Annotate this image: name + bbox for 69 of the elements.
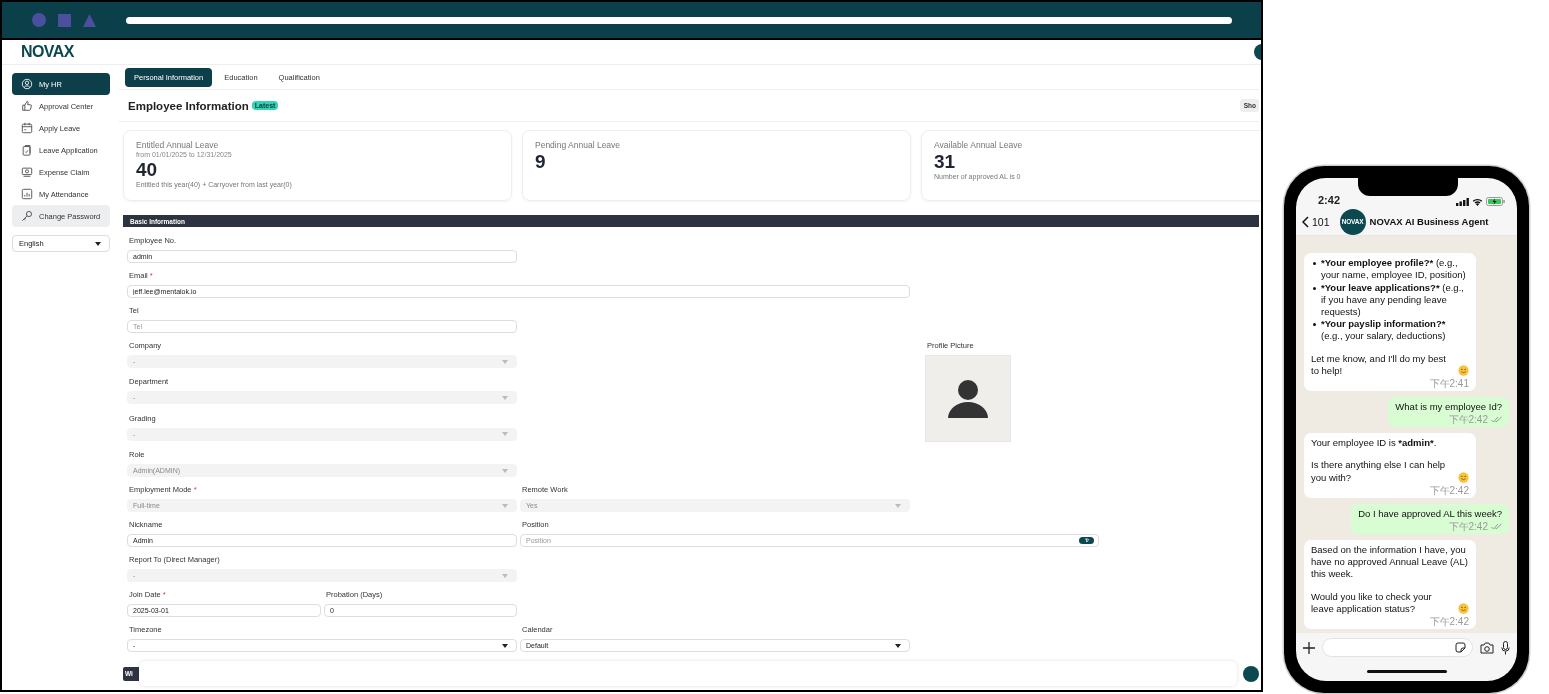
smiley-icon xyxy=(1458,471,1469,483)
circle-icon xyxy=(32,13,46,27)
message-text: *Your employee profile?* (e.g., your name, employee ID, position) xyxy=(1321,257,1467,282)
message-time: 下午2:42 xyxy=(1429,616,1469,627)
double-check-icon xyxy=(1491,523,1502,530)
monitor-icon xyxy=(21,166,33,178)
plus-icon[interactable] xyxy=(1303,641,1315,654)
caret-icon xyxy=(502,395,508,400)
back-icon xyxy=(1302,215,1309,228)
key-icon xyxy=(21,210,33,222)
card-title: Pending Annual Leave xyxy=(535,140,622,150)
battery-icon xyxy=(1486,197,1505,206)
bullet-icon xyxy=(1313,262,1316,266)
toggle-icon[interactable] xyxy=(1079,537,1094,544)
message-text: Your employee ID is *admin*. xyxy=(1311,437,1437,450)
message-text: Do I have approved AL this week? xyxy=(1358,507,1502,520)
message-time: 下午2:42 xyxy=(1448,521,1488,532)
card-title: Available Annual Leave xyxy=(934,140,1024,150)
caret-icon xyxy=(502,503,508,508)
bar-chart-icon xyxy=(21,188,33,200)
message-text: Is there anything else I can help you with? xyxy=(1311,459,1447,484)
card-value: 31 xyxy=(934,152,957,172)
clipboard-icon xyxy=(21,144,33,156)
home-indicator[interactable] xyxy=(1366,670,1447,673)
page-title: Employee Information xyxy=(128,99,249,112)
caret-icon xyxy=(895,503,901,508)
sticker-icon[interactable] xyxy=(1455,642,1466,653)
caret-icon xyxy=(502,359,508,364)
caret-icon xyxy=(502,643,508,648)
caret-icon xyxy=(502,432,508,437)
card-value: 40 xyxy=(136,160,159,180)
signal-icon xyxy=(1456,197,1469,206)
back-button[interactable]: 101 xyxy=(1302,215,1330,228)
message-text: What is my employee Id? xyxy=(1395,400,1502,414)
caret-icon xyxy=(95,241,101,246)
contact-name: NOVAX AI Business Agent xyxy=(1369,216,1489,227)
address-bar[interactable] xyxy=(126,16,1232,24)
caret-icon xyxy=(502,468,508,473)
message-time: 下午2:41 xyxy=(1429,377,1469,389)
message-time: 下午2:42 xyxy=(1429,484,1469,496)
bullet-icon xyxy=(1313,323,1316,327)
message-text: Would you like to check your leave application status? xyxy=(1311,590,1433,615)
profile-picture[interactable] xyxy=(925,355,1011,442)
smiley-icon xyxy=(1458,603,1469,614)
square-icon xyxy=(58,13,71,27)
calendar-icon xyxy=(21,122,33,134)
person-silhouette-icon xyxy=(947,377,989,420)
message-field[interactable] xyxy=(1322,638,1473,657)
message-text: Let me know, and I'll do my best to help! xyxy=(1311,352,1447,377)
message-text: *Your leave applications?* (e.g., if you have any pending leave requests) xyxy=(1321,281,1465,319)
floating-button[interactable] xyxy=(1243,665,1259,682)
wifi-icon xyxy=(1472,197,1483,206)
bullet-icon xyxy=(1313,286,1316,290)
thumbs-up-icon xyxy=(21,100,33,112)
double-check-icon xyxy=(1491,416,1502,424)
status-time: 2:42 xyxy=(1318,194,1341,206)
smiley-icon xyxy=(1458,364,1469,376)
message-text: Based on the information I have, you have no approved Annual Leave (AL) this week. xyxy=(1311,544,1469,581)
caret-icon xyxy=(502,573,508,578)
user-circle-icon xyxy=(21,78,33,90)
message-text: *Your payslip information?* (e.g., your salary, deductions) xyxy=(1321,318,1447,343)
logo: NOVAX xyxy=(21,43,74,61)
microphone-icon[interactable] xyxy=(1501,640,1510,655)
caret-icon xyxy=(895,643,901,648)
camera-icon[interactable] xyxy=(1480,641,1494,654)
triangle-icon xyxy=(83,13,96,27)
card-title: Entitled Annual Leave xyxy=(136,140,220,150)
card-value: 9 xyxy=(535,152,547,172)
message-time: 下午2:42 xyxy=(1448,414,1488,426)
